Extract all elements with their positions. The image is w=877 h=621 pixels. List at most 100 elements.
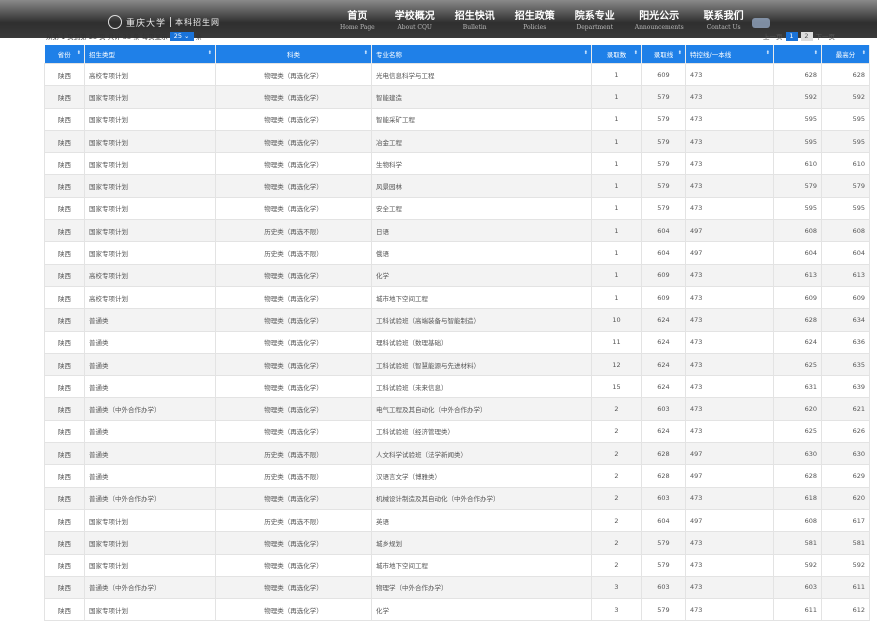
col-header-line[interactable]: 录取线 ⬍ xyxy=(641,45,686,64)
cell-control-line: 497 xyxy=(685,219,774,243)
sort-icon: ⬍ xyxy=(813,50,818,56)
logo-divider xyxy=(170,17,172,27)
university-emblem-icon xyxy=(108,15,122,29)
cell-max-score: 621 xyxy=(821,397,870,421)
cell-category: 物理类（再选化学） xyxy=(215,129,372,154)
nav-about[interactable]: 学校概况 About CQU xyxy=(395,11,435,33)
table-header-row: 省份 ⬍ 招生类型 ⬍ 科类 ⬍ 专业名称 ⬍ 录取数 ⬍ 录取线 ⬍ 特控线/一本线 ⬍ ⬍… xyxy=(44,45,870,64)
admission-table: 省份 ⬍ 招生类型 ⬍ 科类 ⬍ 专业名称 ⬍ 录取数 ⬍ 录取线 ⬍ 特控线/一本线 ⬍ ⬍… xyxy=(44,45,870,621)
cell-major: 工科试验班（高端装备与智能制造） xyxy=(371,308,592,332)
cell-province: 陕西 xyxy=(44,107,85,131)
cell-major: 城市地下空间工程 xyxy=(371,285,592,310)
col-header-control-line[interactable]: 特控线/一本线 ⬍ xyxy=(685,45,774,64)
cell-line: 579 xyxy=(641,107,686,131)
cell-control-line: 473 xyxy=(685,196,774,221)
page-1-button[interactable]: 1 xyxy=(785,31,798,41)
cell-min-score: 618 xyxy=(773,486,822,510)
prev-page-button[interactable]: 上一页 xyxy=(763,31,783,41)
header-label: 专业名称 xyxy=(376,51,402,59)
nav-department[interactable]: 院系专业 Department xyxy=(575,11,615,33)
col-header-count[interactable]: 录取数 ⬍ xyxy=(591,45,642,64)
table-row: 陕西 普通类 物理类（再选化学） 工科试验班（高端装备与智能制造） 10 624 473 62… xyxy=(44,308,870,332)
cell-control-line: 473 xyxy=(685,397,774,421)
table-row: 陕西 国家专项计划 历史类（再选不限） 英语 2 604 497 608 617 xyxy=(44,508,870,533)
cell-min-score: 628 xyxy=(773,464,822,488)
cell-major: 生物科学 xyxy=(371,152,592,176)
table-row: 陕西 普通类 历史类（再选不限） 人文科学试验班（法学新闻类） 2 628 497 630 63… xyxy=(44,442,870,466)
cell-count: 1 xyxy=(591,219,642,243)
nav-label: 院系专业 xyxy=(574,11,615,22)
cell-control-line: 473 xyxy=(685,375,774,399)
col-header-major[interactable]: 专业名称 ⬍ xyxy=(371,45,592,64)
nav-sublabel: Home Page xyxy=(340,24,375,31)
cell-control-line: 497 xyxy=(685,442,774,466)
cell-count: 1 xyxy=(591,263,642,287)
cell-line: 624 xyxy=(641,330,686,354)
site-logo[interactable]: 重庆大学 本科招生网 xyxy=(108,14,220,30)
cell-line: 628 xyxy=(641,442,686,466)
cell-count: 1 xyxy=(591,174,642,198)
next-page-button[interactable]: 下一页 xyxy=(816,31,836,41)
nav-policies[interactable]: 招生政策 Policies xyxy=(515,11,555,33)
cell-count: 11 xyxy=(591,330,642,354)
cell-max-score: 629 xyxy=(821,464,870,488)
nav-announcements[interactable]: 阳光公示 Announcements xyxy=(635,11,684,33)
cell-count: 2 xyxy=(591,553,642,577)
table-row: 陕西 国家专项计划 历史类（再选不限） 俄语 1 604 497 604 604 xyxy=(44,241,870,265)
pagination-info: 从第 1 页到第 25 页 共计 33 条 每页显示 25 ⌄ 条 xyxy=(46,31,202,41)
cell-category: 历史类（再选不限） xyxy=(215,219,372,243)
cell-line: 604 xyxy=(641,219,686,243)
cell-max-score: 611 xyxy=(821,575,870,600)
cell-province: 陕西 xyxy=(44,553,85,577)
header-label: 最高分 xyxy=(835,51,856,59)
cell-line: 579 xyxy=(641,531,686,555)
logo-subtitle: 本科招生网 xyxy=(175,17,221,27)
nav-label: 学校概况 xyxy=(394,11,435,22)
cell-line: 579 xyxy=(641,152,686,176)
table-row: 陕西 高校专项计划 物理类（再选化学） 城市地下空间工程 1 609 473 609 609 xyxy=(44,285,870,310)
nav-label: 阳光公示 xyxy=(639,11,680,22)
col-header-category[interactable]: 科类 ⬍ xyxy=(215,45,372,64)
col-header-type[interactable]: 招生类型 ⬍ xyxy=(84,45,216,64)
cell-category: 物理类（再选化学） xyxy=(215,308,372,332)
cell-control-line: 473 xyxy=(685,352,774,377)
cell-province: 陕西 xyxy=(44,486,85,510)
nav-contact[interactable]: 联系我们 Contact Us xyxy=(704,11,744,33)
page-size-select[interactable]: 25 ⌄ xyxy=(169,31,194,41)
table-row: 陕西 国家专项计划 物理类（再选化学） 生物科学 1 579 473 610 610 xyxy=(44,152,870,176)
table-row: 陕西 普通类（中外合作办学） 物理类（再选化学） 机械设计制造及其自动化（中外合作办学… xyxy=(44,486,870,510)
cell-control-line: 473 xyxy=(685,85,774,109)
cell-category: 物理类（再选化学） xyxy=(215,263,372,287)
nav-bulletin[interactable]: 招生快讯 Bulletin xyxy=(455,11,495,33)
sort-icon: ⬍ xyxy=(207,50,212,56)
cell-max-score: 636 xyxy=(821,330,870,354)
cell-major: 工科试验班（智慧能源与先进材料） xyxy=(371,352,592,377)
cell-control-line: 473 xyxy=(685,553,774,577)
header-label: 省份 xyxy=(57,51,71,59)
cell-province: 陕西 xyxy=(44,575,85,600)
col-header-max-score[interactable]: 最高分 ⬍ xyxy=(821,45,870,64)
col-header-min-score[interactable]: ⬍ xyxy=(773,45,822,64)
col-header-province[interactable]: 省份 ⬍ xyxy=(44,45,85,64)
cell-min-score: 610 xyxy=(773,152,822,176)
cell-count: 1 xyxy=(591,107,642,131)
cell-category: 物理类（再选化学） xyxy=(215,397,372,421)
cell-category: 历史类（再选不限） xyxy=(215,241,372,265)
cell-category: 物理类（再选化学） xyxy=(215,152,372,176)
cell-type: 国家专项计划 xyxy=(84,219,216,243)
cell-province: 陕西 xyxy=(44,152,85,176)
cell-province: 陕西 xyxy=(44,241,85,265)
cell-province: 陕西 xyxy=(44,219,85,243)
cell-major: 英语 xyxy=(371,508,592,533)
cell-control-line: 473 xyxy=(685,129,774,154)
cell-type: 普通类 xyxy=(84,330,216,354)
table-row: 陕西 国家专项计划 物理类（再选化学） 冶金工程 1 579 473 595 595 xyxy=(44,129,870,154)
cell-major: 智能建造 xyxy=(371,85,592,109)
cell-province: 陕西 xyxy=(44,85,85,109)
header-label: 特控线/一本线 xyxy=(690,51,732,59)
nav-home[interactable]: 首页 Home Page xyxy=(340,11,375,33)
pagination: 上一页 1 2 下一页 xyxy=(763,31,835,41)
cell-type: 国家专项计划 xyxy=(84,107,216,131)
cell-type: 国家专项计划 xyxy=(84,152,216,176)
page-2-button[interactable]: 2 xyxy=(800,31,813,41)
